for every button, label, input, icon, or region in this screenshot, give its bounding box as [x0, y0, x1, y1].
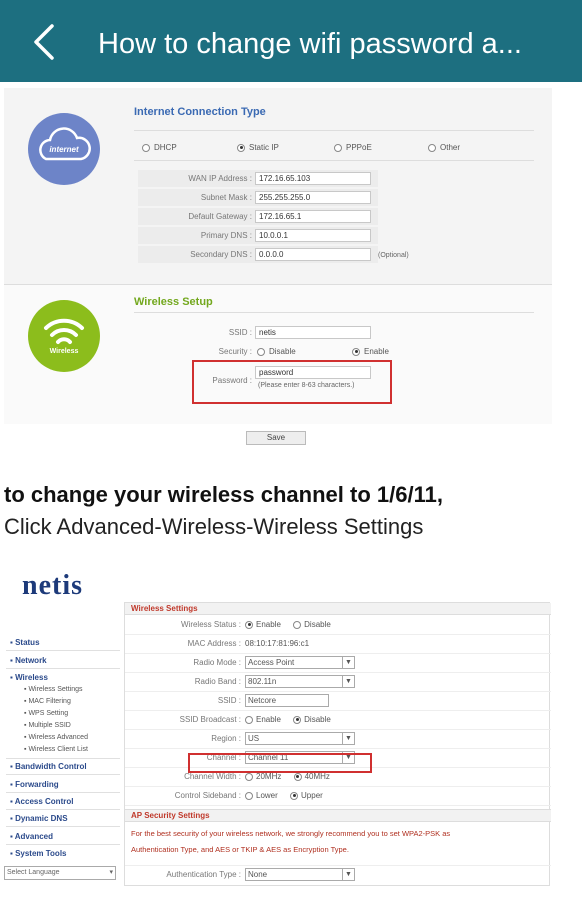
wireless-settings-title: Wireless Settings: [125, 603, 551, 615]
radio-mode-select[interactable]: Access Point ▼: [245, 656, 355, 669]
ssid2-label: SSID :: [217, 696, 241, 705]
wireless-icon-label: Wireless: [49, 348, 79, 355]
divider: [134, 312, 534, 313]
chevron-down-icon: ▾: [109, 869, 113, 876]
netis-settings-screenshot: netis ▪ Status ▪ Network ▪ Wireless ▪ Wi…: [4, 568, 552, 888]
radio-other[interactable]: Other: [428, 143, 460, 152]
primary-dns-label: Primary DNS :: [200, 231, 252, 240]
language-select[interactable]: Select Language ▾: [4, 866, 116, 880]
sidebar-sub-wireless-settings[interactable]: ▪ Wireless Settings: [24, 686, 83, 693]
router-setup-screenshot: internet Internet Connection Type DHCP S…: [4, 88, 552, 454]
ssid-broadcast-radios: Enable Disable: [245, 715, 341, 726]
chevron-down-icon: ▼: [342, 733, 354, 744]
wireless-setup-title: Wireless Setup: [134, 296, 213, 308]
control-sideband-label: Control Sideband :: [174, 791, 241, 800]
mac-address-value: 08:10:17:81:96:c1: [245, 639, 310, 648]
radio-band-select[interactable]: 802.11n ▼: [245, 675, 355, 688]
sidebar-item-status[interactable]: ▪ Status: [10, 638, 40, 647]
sidebar-item-bandwidth-control[interactable]: ▪ Bandwidth Control: [10, 762, 87, 771]
optional-hint: (Optional): [378, 252, 409, 259]
chevron-down-icon: ▼: [342, 657, 354, 668]
mac-address-label: MAC Address :: [187, 639, 241, 648]
save-button[interactable]: Save: [246, 431, 306, 445]
sidebar-item-advanced[interactable]: ▪ Advanced: [10, 832, 53, 841]
chevron-down-icon: ▼: [342, 676, 354, 687]
app-bar: How to change wifi password a...: [0, 0, 582, 82]
radio-width-40[interactable]: 40MHz: [293, 772, 330, 781]
sidebar-sub-mac-filtering[interactable]: ▪ MAC Filtering: [24, 698, 71, 705]
radio-security-enable[interactable]: Enable: [352, 347, 389, 356]
sidebar-item-forwarding[interactable]: ▪ Forwarding: [10, 780, 59, 789]
radio-static-ip[interactable]: Static IP: [237, 143, 279, 152]
sidebar-sub-wps-setting[interactable]: ▪ WPS Setting: [24, 710, 68, 717]
wireless-status-label: Wireless Status :: [180, 620, 241, 629]
security-label: Security :: [218, 347, 252, 356]
channel-width-label: Channel Width :: [184, 772, 241, 781]
internet-icon: internet: [28, 113, 100, 185]
radio-dhcp[interactable]: DHCP: [142, 143, 177, 152]
ssid-broadcast-label: SSID Broadcast :: [179, 715, 241, 724]
sidebar-item-wireless[interactable]: ▪ Wireless: [10, 673, 48, 682]
radio-status-disable[interactable]: Disable: [293, 620, 331, 629]
highlight-box: [192, 360, 392, 404]
ssid-label: SSID :: [228, 328, 252, 337]
wan-ip-input[interactable]: 172.16.65.103: [255, 172, 371, 185]
divider: [134, 130, 534, 131]
instruction-heading: to change your wireless channel to 1/6/1…: [4, 482, 443, 507]
netis-logo: netis: [22, 570, 83, 601]
security-warning-line2: Authentication Type, and AES or TKIP & A…: [131, 845, 349, 854]
channel-width-radios: 20MHz 40MHz: [245, 772, 340, 783]
auth-type-select[interactable]: None ▼: [245, 868, 355, 881]
gateway-input[interactable]: 172.16.65.1: [255, 210, 371, 223]
wifi-icon: Wireless: [28, 300, 100, 372]
subnet-mask-input[interactable]: 255.255.255.0: [255, 191, 371, 204]
radio-band-label: Radio Band :: [194, 677, 241, 686]
secondary-dns-label: Secondary DNS :: [190, 250, 252, 259]
wireless-status-radios: Enable Disable: [245, 620, 341, 631]
radio-sideband-upper[interactable]: Upper: [290, 791, 323, 800]
gateway-label: Default Gateway :: [188, 212, 252, 221]
security-warning-line1: For the best security of your wireless n…: [131, 829, 451, 838]
ssid-input[interactable]: netis: [255, 326, 371, 339]
chevron-down-icon: ▼: [342, 869, 354, 880]
region-select[interactable]: US ▼: [245, 732, 355, 745]
page-title: How to change wifi password a...: [98, 28, 522, 60]
channel-highlight-box: [188, 753, 372, 773]
chevron-left-icon[interactable]: [26, 22, 66, 62]
ap-security-title: AP Security Settings: [125, 809, 551, 822]
auth-type-label: Authentication Type :: [166, 870, 241, 879]
radio-pppoe[interactable]: PPPoE: [334, 143, 372, 152]
secondary-dns-input[interactable]: 0.0.0.0: [255, 248, 371, 261]
radio-broadcast-enable[interactable]: Enable: [245, 715, 281, 724]
radio-mode-label: Radio Mode :: [193, 658, 241, 667]
divider: [134, 160, 534, 161]
radio-width-20[interactable]: 20MHz: [245, 772, 281, 781]
radio-status-enable[interactable]: Enable: [245, 620, 281, 629]
sidebar: ▪ Status ▪ Network ▪ Wireless ▪ Wireless…: [4, 602, 120, 886]
sidebar-item-network[interactable]: ▪ Network: [10, 656, 47, 665]
sidebar-sub-multiple-ssid[interactable]: ▪ Multiple SSID: [24, 722, 71, 729]
radio-security-disable[interactable]: Disable: [257, 347, 296, 356]
instruction-text: Click Advanced-Wireless-Wireless Setting…: [4, 514, 424, 539]
connection-type-title: Internet Connection Type: [134, 106, 266, 118]
region-label: Region :: [211, 734, 241, 743]
wan-ip-label: WAN IP Address :: [188, 174, 252, 183]
primary-dns-input[interactable]: 10.0.0.1: [255, 229, 371, 242]
internet-icon-label: internet: [49, 145, 79, 154]
subnet-mask-label: Subnet Mask :: [200, 193, 252, 202]
sidebar-item-dynamic-dns[interactable]: ▪ Dynamic DNS: [10, 814, 68, 823]
sidebar-sub-wireless-client-list[interactable]: ▪ Wireless Client List: [24, 746, 88, 753]
ssid2-input[interactable]: Netcore: [245, 694, 329, 707]
sidebar-item-access-control[interactable]: ▪ Access Control: [10, 797, 73, 806]
radio-sideband-lower[interactable]: Lower: [245, 791, 278, 800]
sidebar-item-system-tools[interactable]: ▪ System Tools: [10, 849, 66, 858]
sidebar-sub-wireless-advanced[interactable]: ▪ Wireless Advanced: [24, 734, 88, 741]
wireless-settings-panel: Wireless Settings Wireless Status : Enab…: [124, 602, 551, 886]
control-sideband-radios: Lower Upper: [245, 791, 333, 802]
radio-broadcast-disable[interactable]: Disable: [293, 715, 331, 724]
